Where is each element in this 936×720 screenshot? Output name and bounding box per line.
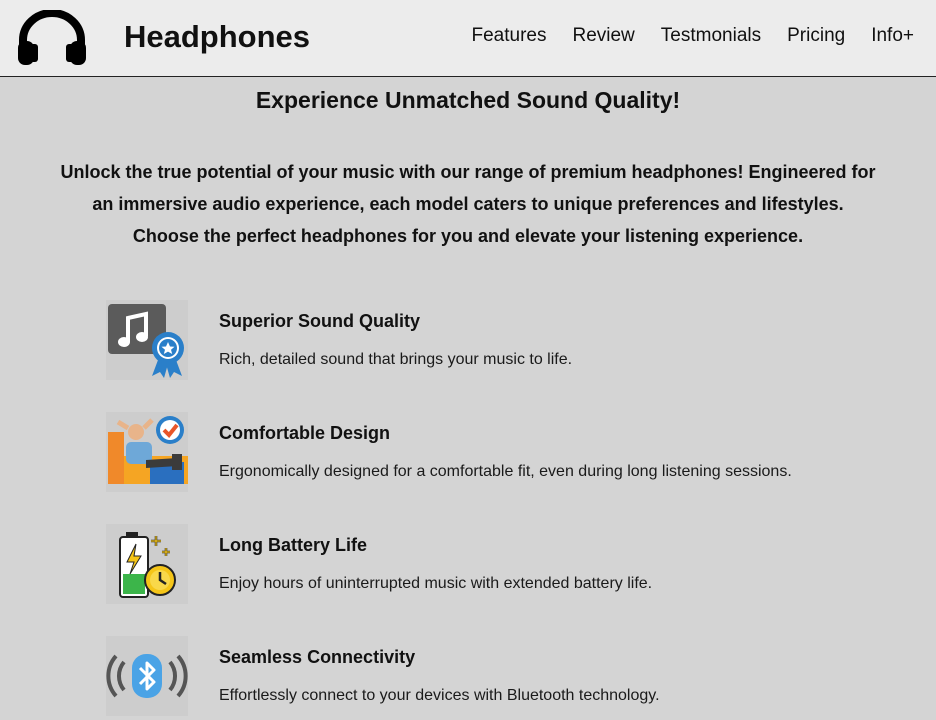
intro-line: Unlock the true potential of your music … bbox=[60, 162, 876, 182]
feature-comfortable-design: Comfortable Design Ergonomically designe… bbox=[106, 412, 866, 492]
bluetooth-icon bbox=[106, 636, 188, 716]
intro-line: an immersive audio experience, each mode… bbox=[92, 194, 844, 214]
intro-paragraph: Unlock the true potential of your music … bbox=[30, 156, 906, 252]
feature-connectivity: Seamless Connectivity Effortlessly conne… bbox=[106, 636, 866, 716]
nav-pricing[interactable]: Pricing bbox=[787, 24, 845, 48]
feature-title: Comfortable Design bbox=[219, 423, 391, 443]
feature-title: Long Battery Life bbox=[219, 535, 368, 555]
feature-description: Rich, detailed sound that brings your mu… bbox=[219, 351, 573, 368]
feature-description: Enjoy hours of uninterrupted music with … bbox=[219, 575, 653, 592]
nav-features[interactable]: Features bbox=[472, 24, 547, 48]
nav-info[interactable]: Info+ bbox=[871, 24, 914, 48]
nav-review[interactable]: Review bbox=[572, 24, 634, 48]
music-award-icon bbox=[106, 300, 188, 380]
feature-sound-quality: Superior Sound Quality Rich, detailed so… bbox=[106, 300, 866, 380]
site-header: Headphones Features Review Testmonials P… bbox=[0, 0, 936, 77]
battery-clock-icon bbox=[106, 524, 188, 604]
hero-title: Experience Unmatched Sound Quality! bbox=[255, 87, 681, 113]
feature-battery-life: Long Battery Life Enjoy hours of uninter… bbox=[106, 524, 866, 604]
brand-title: Headphones bbox=[124, 19, 311, 54]
relaxing-person-icon bbox=[106, 412, 188, 492]
feature-title: Seamless Connectivity bbox=[219, 647, 416, 667]
intro-line: Choose the perfect headphones for you an… bbox=[132, 226, 804, 246]
nav-testimonials[interactable]: Testmonials bbox=[661, 24, 761, 48]
feature-description: Effortlessly connect to your devices wit… bbox=[219, 687, 660, 704]
feature-title: Superior Sound Quality bbox=[219, 311, 421, 331]
headphones-icon[interactable] bbox=[15, 9, 89, 66]
feature-description: Ergonomically designed for a comfortable… bbox=[219, 463, 792, 480]
main-nav: Features Review Testmonials Pricing Info… bbox=[472, 24, 915, 48]
